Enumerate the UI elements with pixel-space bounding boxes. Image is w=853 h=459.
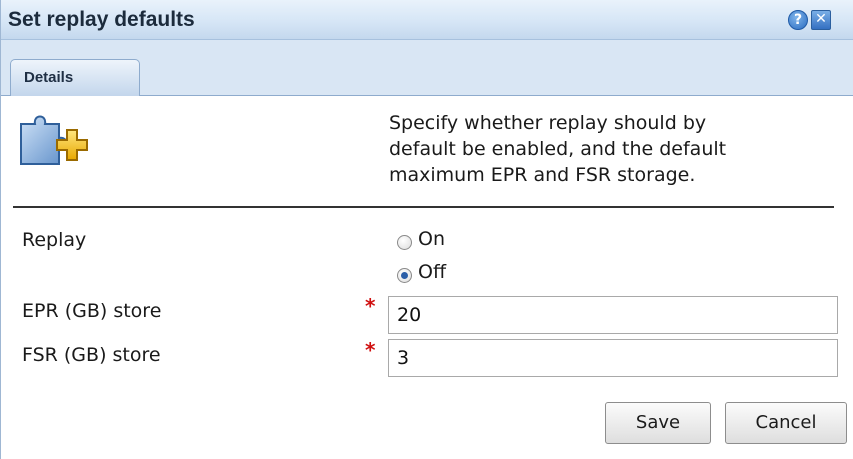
cancel-button[interactable]: Cancel <box>725 402 847 444</box>
description-line-1: Specify whether replay should by <box>389 112 707 134</box>
replay-label: Replay <box>22 229 87 251</box>
radio-on-label: On <box>418 228 445 250</box>
fsr-required-marker: * <box>365 338 376 362</box>
fsr-label: FSR (GB) store <box>22 344 161 366</box>
replay-option-off[interactable]: Off <box>397 260 446 284</box>
dialog-title: Set replay defaults <box>8 8 195 31</box>
title-bar: Set replay defaults ? ✕ <box>1 0 853 40</box>
replay-option-on[interactable]: On <box>397 227 445 251</box>
description-line-2: default be enabled, and the default <box>389 138 727 160</box>
radio-off[interactable] <box>397 267 412 283</box>
description: Specify whether replay should by default… <box>389 110 849 188</box>
divider <box>13 206 834 208</box>
details-panel: Specify whether replay should by default… <box>1 96 853 459</box>
close-icon[interactable]: ✕ <box>811 10 831 30</box>
epr-input[interactable]: 20 <box>388 296 838 334</box>
dialog: Set replay defaults ? ✕ Details Specify … <box>0 0 853 459</box>
radio-on[interactable] <box>397 234 412 250</box>
puzzle-add-icon <box>20 115 88 165</box>
save-button[interactable]: Save <box>605 402 711 444</box>
fsr-input[interactable]: 3 <box>388 339 838 377</box>
epr-required-marker: * <box>365 294 376 318</box>
description-line-3: maximum EPR and FSR storage. <box>389 164 696 186</box>
epr-label: EPR (GB) store <box>22 300 162 322</box>
tab-details[interactable]: Details <box>10 59 140 96</box>
tab-label: Details <box>24 69 74 86</box>
radio-off-label: Off <box>418 261 447 283</box>
tab-strip: Details <box>1 40 853 96</box>
help-icon[interactable]: ? <box>788 10 808 30</box>
